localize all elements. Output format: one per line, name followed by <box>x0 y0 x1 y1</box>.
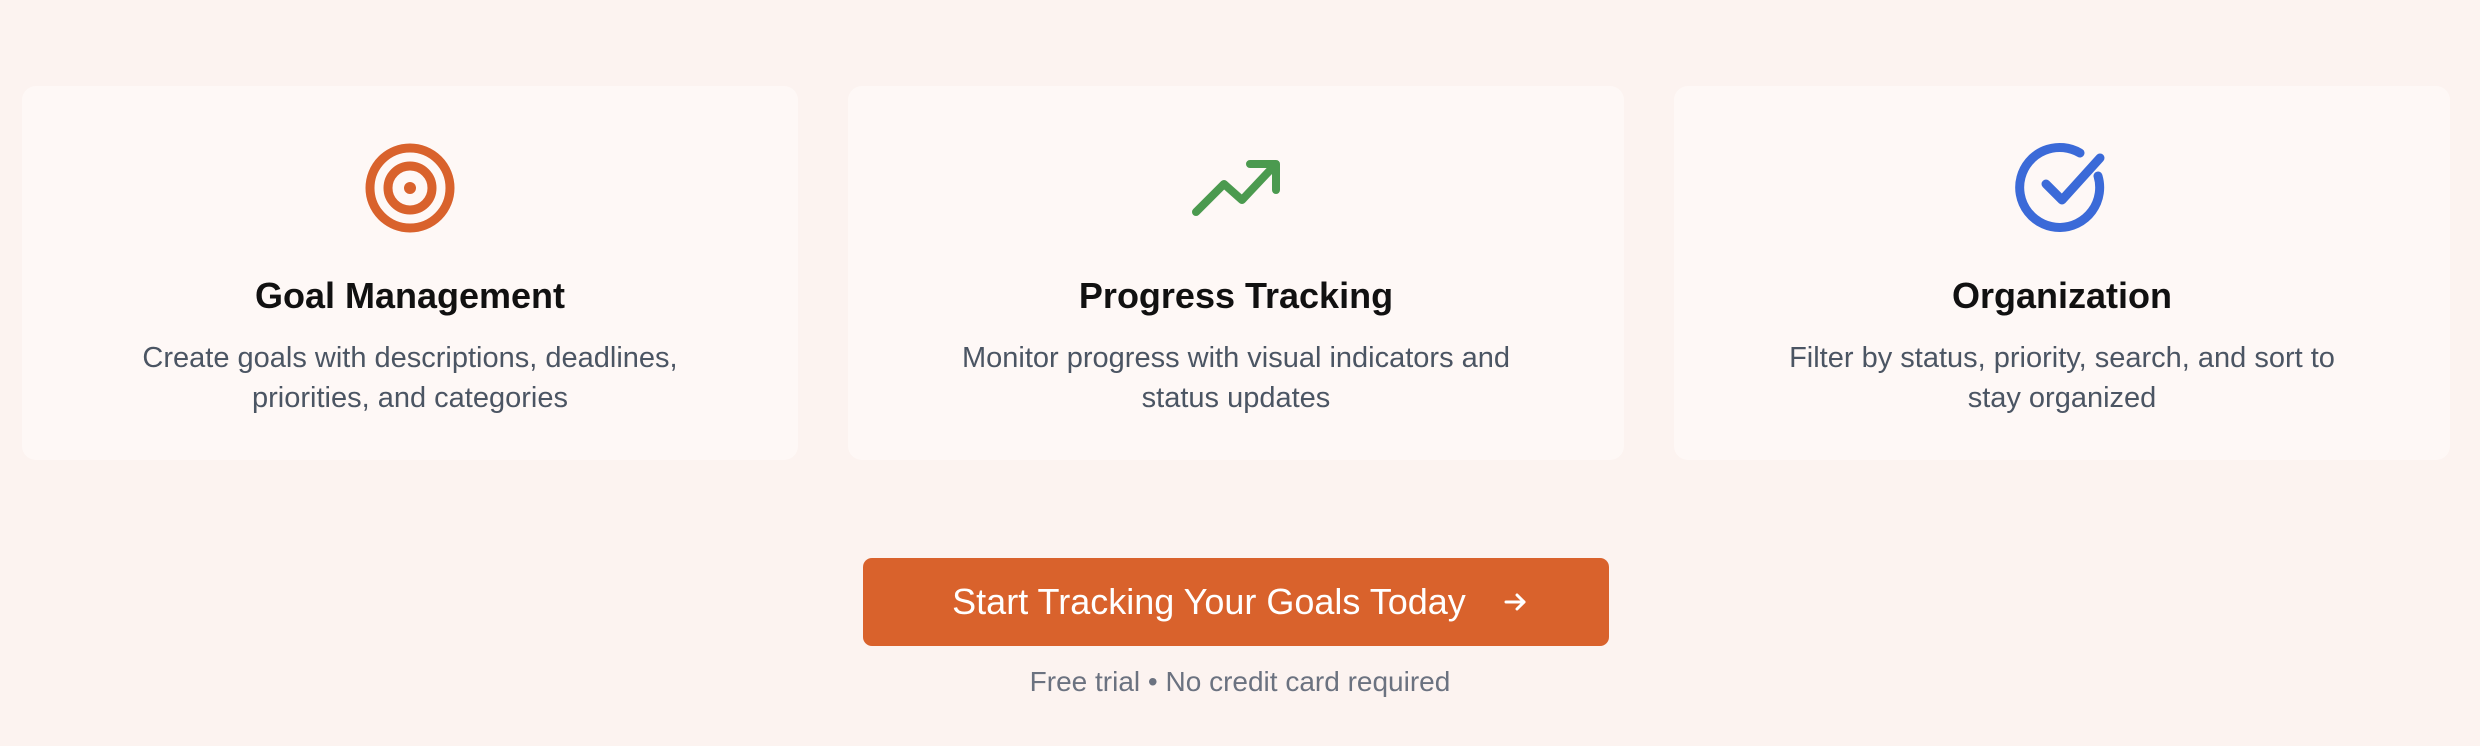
feature-description: Monitor progress with visual indicators … <box>961 342 1511 414</box>
feature-title: Progress Tracking <box>1078 275 1394 316</box>
check-circle-icon <box>2010 136 2114 240</box>
feature-description: Create goals with descriptions, deadline… <box>142 342 678 414</box>
target-icon <box>358 136 462 240</box>
feature-title: Goal Management <box>254 275 566 316</box>
free-trial-note: Free trial • No credit card required <box>1029 666 1451 697</box>
feature-card-organization: Organization Filter by status, priority,… <box>1674 86 2450 460</box>
feature-description: Filter by status, priority, search, and … <box>1789 342 2335 414</box>
feature-cards: Goal Management Create goals with descri… <box>22 86 2450 460</box>
features-section: Goal Management Create goals with descri… <box>0 0 2480 746</box>
start-tracking-label: Start Tracking Your Goals Today <box>952 581 1466 622</box>
arrow-right-icon <box>1502 588 1530 616</box>
start-tracking-button[interactable]: Start Tracking Your Goals Today <box>863 558 1609 646</box>
feature-card-goal-management: Goal Management Create goals with descri… <box>22 86 798 460</box>
feature-title: Organization <box>1951 275 2172 316</box>
feature-card-progress-tracking: Progress Tracking Monitor progress with … <box>848 86 1624 460</box>
trending-up-icon <box>1184 136 1288 240</box>
